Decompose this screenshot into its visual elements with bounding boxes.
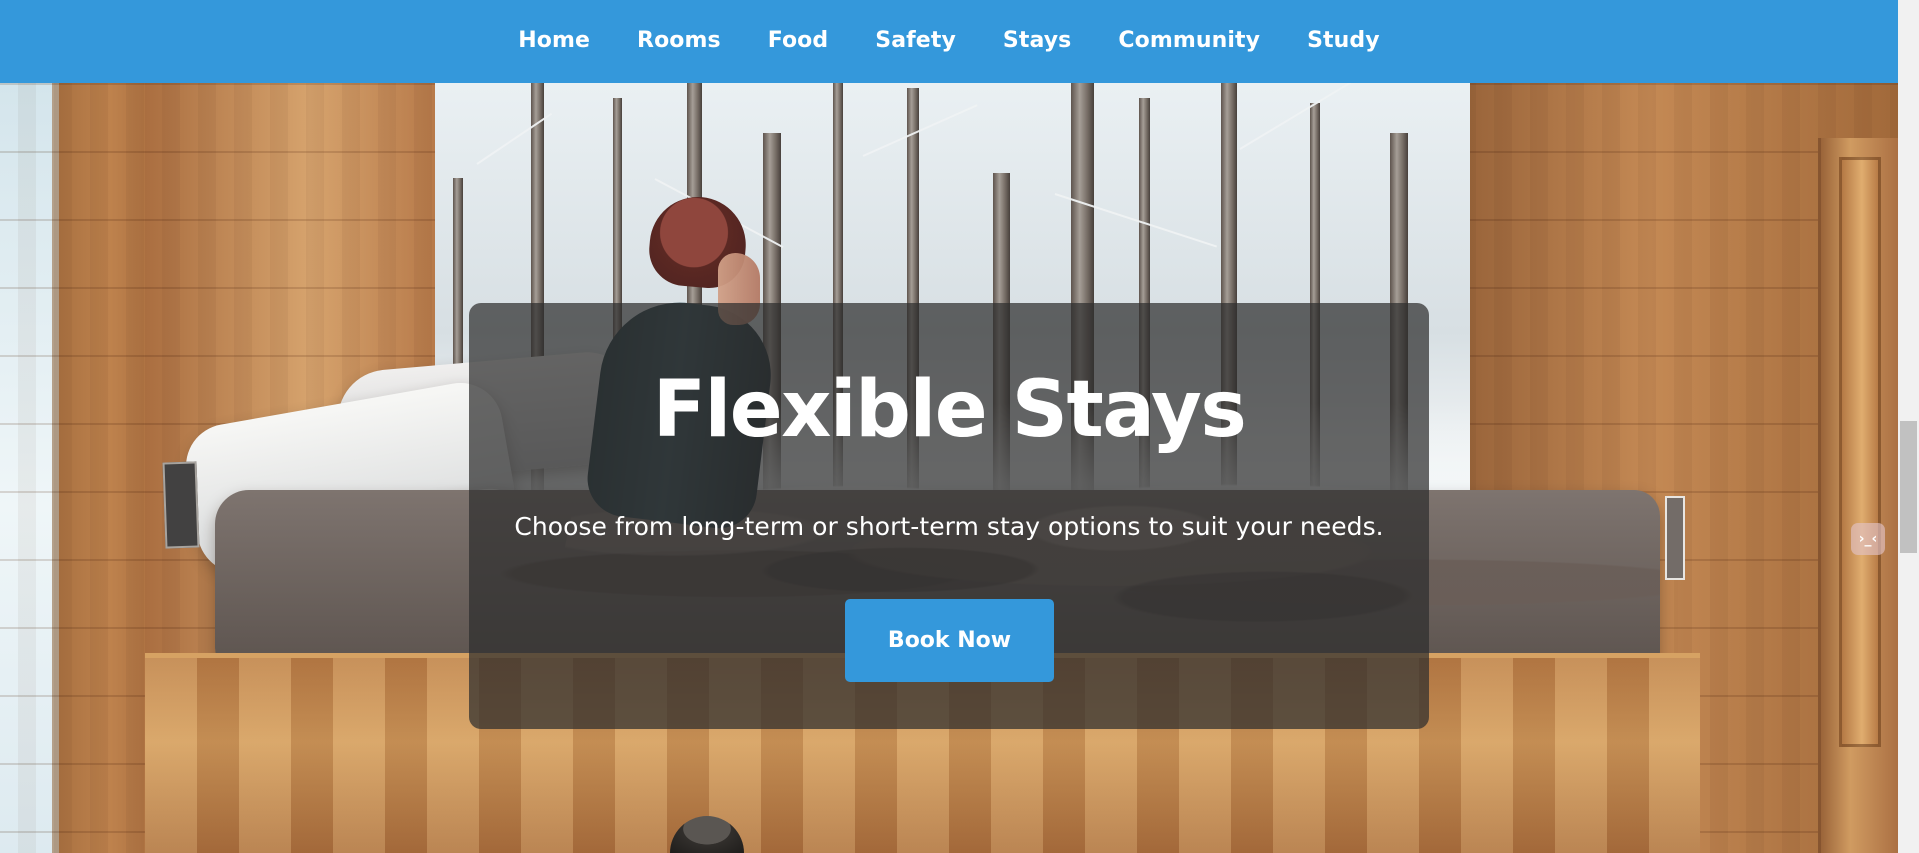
nav-study-link[interactable]: Study	[1307, 29, 1380, 52]
book-now-button[interactable]: Book Now	[845, 599, 1054, 682]
hero-title: Flexible Stays	[652, 365, 1247, 455]
hero-subtitle: Choose from long-term or short-term stay…	[514, 512, 1384, 541]
scrollbar-thumb[interactable]	[1900, 421, 1917, 553]
hero-message-card: Flexible Stays Choose from long-term or …	[469, 303, 1429, 729]
stays-page-content: Home Rooms Food Safety Stays Community S…	[0, 0, 1898, 853]
main-navigation: Home Rooms Food Safety Stays Community S…	[518, 29, 1380, 52]
nav-safety-link[interactable]: Safety	[875, 29, 956, 52]
nav-stays-link[interactable]: Stays	[1003, 29, 1071, 52]
wall-switch	[162, 461, 200, 549]
terminal-toggle-icon[interactable]: ›_‹	[1851, 523, 1885, 555]
top-navigation-bar: Home Rooms Food Safety Stays Community S…	[0, 0, 1898, 83]
nav-community-link[interactable]: Community	[1118, 29, 1260, 52]
nav-home-link[interactable]: Home	[518, 29, 590, 52]
snow-branch	[1239, 83, 1352, 150]
wall-outlet	[1665, 496, 1685, 580]
nav-rooms-link[interactable]: Rooms	[637, 29, 721, 52]
browser-page: Home Rooms Food Safety Stays Community S…	[0, 0, 1919, 853]
vertical-scrollbar[interactable]	[1898, 0, 1919, 853]
nav-food-link[interactable]: Food	[768, 29, 829, 52]
snow-branch	[862, 104, 978, 157]
right-wooden-window-frame	[1818, 138, 1898, 853]
flexible-stays-hero: Flexible Stays Choose from long-term or …	[0, 83, 1898, 853]
